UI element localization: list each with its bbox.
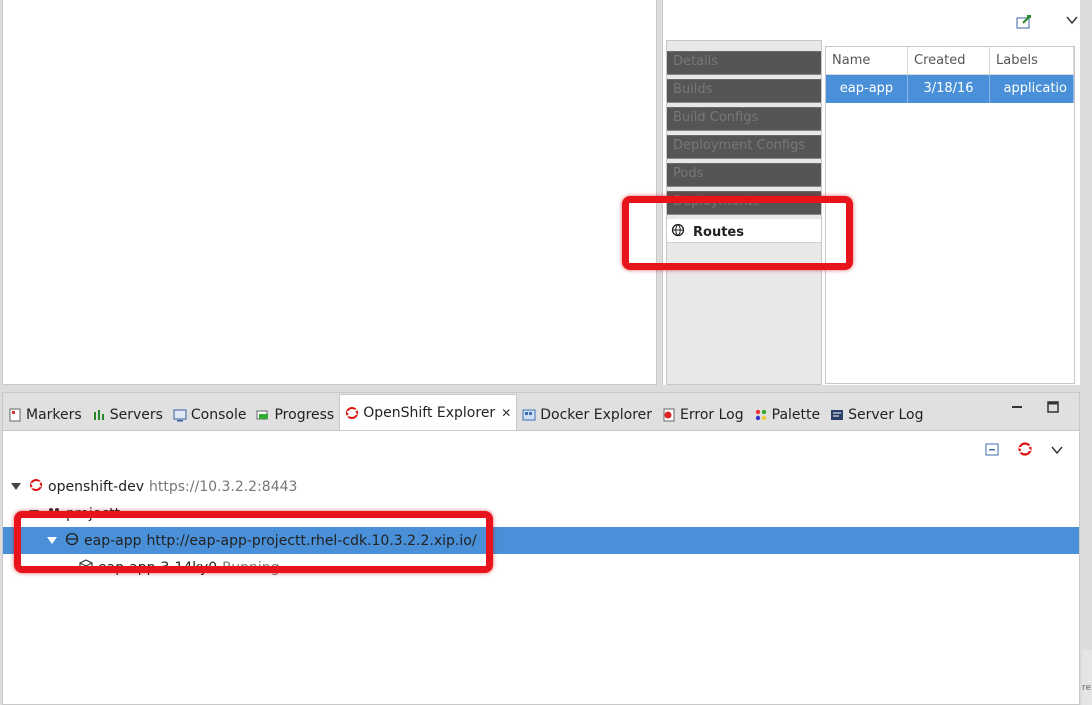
tab-deployments[interactable]: Deployments bbox=[667, 191, 821, 215]
column-header-name[interactable]: Name bbox=[826, 47, 908, 74]
route-name: eap-app bbox=[84, 532, 142, 549]
pod-status: Running bbox=[222, 559, 280, 576]
tree-node-route[interactable]: eap-app http://eap-app-projectt.rhel-cdk… bbox=[3, 527, 1079, 554]
editor-area bbox=[2, 0, 657, 385]
markers-icon bbox=[8, 408, 22, 422]
tree-node-connection[interactable]: openshift-dev https://10.3.2.2:8443 bbox=[3, 473, 1079, 500]
docker-icon bbox=[522, 408, 536, 422]
tab-routes-label: Routes bbox=[693, 224, 744, 240]
pod-name: eap-app-3-14ky0 bbox=[98, 559, 218, 576]
tree-node-pod[interactable]: eap-app-3-14ky0 Running bbox=[3, 554, 1079, 581]
tab-builds[interactable]: Builds bbox=[667, 79, 821, 103]
error-log-icon bbox=[662, 408, 676, 422]
project-name: projectt bbox=[66, 505, 121, 522]
expand-arrow-icon[interactable] bbox=[47, 537, 57, 544]
properties-tab-list: Details Builds Build Configs Deployment … bbox=[666, 40, 822, 385]
connection-url: https://10.3.2.2:8443 bbox=[149, 478, 298, 495]
openshift-explorer-tree: openshift-dev https://10.3.2.2:8443 proj… bbox=[3, 473, 1079, 581]
tree-node-project[interactable]: projectt bbox=[3, 500, 1079, 527]
tab-docker-explorer-label: Docker Explorer bbox=[540, 407, 653, 423]
view-menu-chevron-down-icon[interactable] bbox=[1062, 10, 1082, 30]
edit-properties-icon[interactable] bbox=[1014, 12, 1034, 32]
tab-markers-label: Markers bbox=[26, 407, 82, 423]
vertical-scrollbar[interactable] bbox=[1082, 650, 1092, 705]
tab-error-log-label: Error Log bbox=[680, 407, 744, 423]
view-tab-bar: Markers Servers Console Progress OpenShi… bbox=[3, 393, 1079, 431]
palette-icon bbox=[754, 408, 768, 422]
bottom-view-stack: Markers Servers Console Progress OpenShi… bbox=[2, 392, 1080, 705]
tab-progress-label: Progress bbox=[274, 407, 335, 423]
tab-build-configs[interactable]: Build Configs bbox=[667, 107, 821, 131]
tab-palette-label: Palette bbox=[771, 407, 821, 423]
tab-progress[interactable]: Progress bbox=[251, 400, 339, 430]
openshift-refresh-icon[interactable] bbox=[1017, 441, 1033, 461]
route-globe-icon bbox=[671, 223, 685, 241]
explorer-toolbar bbox=[985, 441, 1063, 461]
progress-icon bbox=[256, 408, 270, 422]
close-icon[interactable]: ✕ bbox=[501, 406, 511, 420]
cell-name: eap-app bbox=[826, 75, 908, 103]
cell-labels: applicatio bbox=[990, 75, 1074, 103]
column-header-created[interactable]: Created bbox=[908, 47, 990, 74]
tab-server-log-label: Server Log bbox=[848, 407, 924, 423]
view-stack-controls bbox=[1011, 401, 1059, 413]
servers-icon bbox=[92, 408, 106, 422]
tab-details[interactable]: Details bbox=[667, 51, 821, 75]
maximize-icon[interactable] bbox=[1047, 401, 1059, 413]
openshift-connection-icon bbox=[29, 478, 43, 496]
tab-servers[interactable]: Servers bbox=[87, 400, 168, 430]
tab-console[interactable]: Console bbox=[168, 400, 252, 430]
tab-pods[interactable]: Pods bbox=[667, 163, 821, 187]
console-icon bbox=[173, 408, 187, 422]
tab-server-log[interactable]: Server Log bbox=[825, 400, 928, 430]
table-row[interactable]: eap-app 3/18/16 applicatio bbox=[826, 75, 1074, 103]
tab-deployment-configs[interactable]: Deployment Configs bbox=[667, 135, 821, 159]
edge-text: re bbox=[1081, 683, 1091, 693]
properties-view: Details Builds Build Configs Deployment … bbox=[662, 0, 1080, 385]
collapse-all-icon[interactable] bbox=[985, 442, 999, 460]
pod-cube-icon bbox=[79, 558, 93, 577]
expand-arrow-icon[interactable] bbox=[11, 483, 21, 490]
tab-error-log[interactable]: Error Log bbox=[657, 400, 749, 430]
table-header: Name Created Labels bbox=[826, 47, 1074, 75]
tab-routes[interactable]: Routes bbox=[667, 219, 821, 243]
connection-name: openshift-dev bbox=[48, 478, 145, 495]
tab-console-label: Console bbox=[190, 407, 247, 423]
tab-openshift-explorer-label: OpenShift Explorer bbox=[363, 404, 496, 421]
tab-servers-label: Servers bbox=[109, 407, 163, 423]
view-menu-chevron-down-icon[interactable] bbox=[1051, 444, 1063, 459]
routes-table: Name Created Labels eap-app 3/18/16 appl… bbox=[825, 46, 1075, 384]
properties-toolbar bbox=[980, 10, 1080, 34]
project-icon bbox=[47, 505, 61, 523]
route-icon bbox=[65, 532, 79, 550]
route-url: http://eap-app-projectt.rhel-cdk.10.3.2.… bbox=[146, 532, 477, 549]
tab-docker-explorer[interactable]: Docker Explorer bbox=[517, 400, 657, 430]
openshift-icon bbox=[345, 406, 359, 420]
column-header-labels[interactable]: Labels bbox=[990, 47, 1074, 74]
tab-openshift-explorer[interactable]: OpenShift Explorer ✕ bbox=[339, 394, 518, 430]
tab-palette[interactable]: Palette bbox=[749, 400, 826, 430]
cell-created: 3/18/16 bbox=[908, 75, 990, 103]
tab-markers[interactable]: Markers bbox=[3, 400, 87, 430]
server-log-icon bbox=[830, 408, 844, 422]
expand-arrow-icon[interactable] bbox=[29, 510, 39, 517]
minimize-icon[interactable] bbox=[1011, 401, 1023, 413]
